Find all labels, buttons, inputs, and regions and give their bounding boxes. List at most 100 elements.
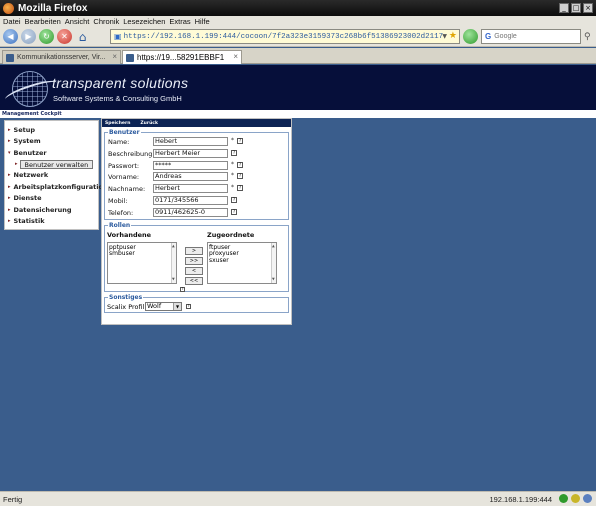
list-scrollbar[interactable] xyxy=(171,242,176,283)
sidebar-item-statistik[interactable]: ▸ Statistik xyxy=(5,216,98,228)
tab-bar: Kommunikationsserver, Vir... × https://1… xyxy=(0,48,596,64)
add-all-roles-button[interactable]: >> xyxy=(185,256,203,265)
help-icon[interactable]: ? xyxy=(237,173,243,180)
help-icon[interactable]: ? xyxy=(231,208,237,215)
section-title: Management Cockpit xyxy=(2,111,62,117)
sidebar-item-label: Datensicherung xyxy=(13,205,72,214)
search-go-icon[interactable]: ⚲ xyxy=(584,32,591,42)
navigation-toolbar: ◀ ▶ ↻ ✕ ⌂ ▣ https://192.168.1.199:444/co… xyxy=(0,27,596,47)
sidebar-item-system[interactable]: ▸ System xyxy=(5,136,98,148)
minimize-button[interactable]: _ xyxy=(559,3,569,13)
page-viewport: transparent solutions Software Systems &… xyxy=(0,65,596,491)
extension-icon[interactable] xyxy=(583,494,592,503)
url-dropdown-icon[interactable]: ▼ xyxy=(442,33,447,40)
menu-ansicht[interactable]: Ansicht xyxy=(65,17,90,26)
help-icon[interactable]: ? xyxy=(231,149,237,156)
lastname-field[interactable]: Herbert xyxy=(153,184,228,194)
help-icon[interactable]: ? xyxy=(186,303,191,309)
action-bar: Speichern Zurück xyxy=(102,119,291,127)
secure-connection-icon[interactable] xyxy=(559,494,568,503)
sidebar: ▸ Setup ▸ System ▾ Benutzer ▸ Benutzer verwa… xyxy=(4,120,108,230)
company-subtitle: Software Systems & Consulting GmbH xyxy=(53,94,182,103)
tab-close-icon[interactable]: × xyxy=(233,52,238,61)
bullet-icon: ▾ xyxy=(8,149,11,156)
maximize-button[interactable]: □ xyxy=(571,3,581,13)
bullet-icon: ▸ xyxy=(8,172,11,179)
help-icon[interactable]: ? xyxy=(231,196,237,203)
password-field[interactable]: ***** xyxy=(153,160,228,170)
menu-chronik[interactable]: Chronik xyxy=(93,17,119,26)
tab-close-icon[interactable]: × xyxy=(112,52,117,61)
go-icon[interactable] xyxy=(463,29,478,44)
mobile-field[interactable]: 0171/345566 xyxy=(153,195,228,205)
user-form-panel: Speichern Zurück Benutzer Name: Hebert *… xyxy=(101,118,292,325)
firefox-icon xyxy=(3,2,14,14)
section-bar: Management Cockpit xyxy=(0,110,596,118)
sidebar-item-arbeitsplatzkonfiguration[interactable]: ▸ Arbeitsplatzkonfiguration xyxy=(5,181,108,193)
sidebar-item-setup[interactable]: ▸ Setup xyxy=(5,124,98,136)
reload-icon[interactable]: ↻ xyxy=(39,29,54,44)
list-item[interactable]: sxuser xyxy=(209,257,275,265)
sidebar-item-benutzer[interactable]: ▾ Benutzer xyxy=(5,147,98,159)
stop-icon[interactable]: ✕ xyxy=(57,29,72,44)
sidebar-item-datensicherung[interactable]: ▸ Datensicherung xyxy=(5,204,98,216)
scalix-profile-value: Wolf xyxy=(147,301,162,310)
remove-all-roles-button[interactable]: << xyxy=(185,276,203,285)
menu-hilfe[interactable]: Hilfe xyxy=(195,17,210,26)
help-icon[interactable]: ? xyxy=(237,185,243,192)
menu-datei[interactable]: Datei xyxy=(3,17,21,26)
search-input[interactable] xyxy=(494,33,565,40)
remove-role-button[interactable]: < xyxy=(185,266,203,275)
add-role-button[interactable]: > xyxy=(185,246,203,255)
window-controls: _ □ × xyxy=(559,3,593,13)
phone-field[interactable]: 0911/462625-0 xyxy=(153,207,228,217)
search-bar[interactable]: G xyxy=(481,29,581,44)
close-button[interactable]: × xyxy=(583,3,593,13)
list-scrollbar[interactable] xyxy=(271,242,276,283)
sidebar-item-netzwerk[interactable]: ▸ Netzwerk xyxy=(5,170,98,182)
lock-icon[interactable] xyxy=(571,494,580,503)
assigned-roles-header: Zugeordnete xyxy=(207,230,255,239)
tab-kommunikationsserver[interactable]: Kommunikationsserver, Vir... × xyxy=(2,50,121,64)
bullet-icon: ▸ xyxy=(8,206,11,213)
help-icon[interactable]: ? xyxy=(237,161,243,168)
field-row-nachname: Nachname: Herbert * ? xyxy=(105,183,288,195)
rollen-content: Vorhandene Zugeordnete pptpuser smbuser … xyxy=(105,229,288,292)
home-icon[interactable]: ⌂ xyxy=(75,29,90,44)
help-icon[interactable]: ? xyxy=(237,138,243,144)
sidebar-item-label: Statistik xyxy=(13,217,45,226)
url-text[interactable]: https://192.168.1.199:444/cocoon/7f2a323… xyxy=(124,33,444,41)
forward-icon[interactable]: ▶ xyxy=(21,29,36,44)
menu-lesezeichen[interactable]: Lesezeichen xyxy=(123,17,165,26)
benutzer-legend: Benutzer xyxy=(109,129,140,136)
bullet-icon: ▸ xyxy=(8,138,11,145)
back-icon[interactable]: ◀ xyxy=(3,29,18,44)
tab-favicon-icon xyxy=(6,53,14,62)
sidebar-subitem-benutzer-verwalten[interactable]: ▸ Benutzer verwalten xyxy=(5,159,98,170)
back-link[interactable]: Zurück xyxy=(140,121,158,126)
description-field[interactable]: Herbert Meier xyxy=(153,148,228,158)
help-icon[interactable]: ? xyxy=(180,286,185,292)
google-icon[interactable]: G xyxy=(485,32,491,41)
menu-extras[interactable]: Extras xyxy=(169,17,190,26)
save-link[interactable]: Speichern xyxy=(105,121,130,126)
site-identity-icon[interactable]: ▣ xyxy=(114,32,122,41)
url-bar[interactable]: ▣ https://192.168.1.199:444/cocoon/7f2a3… xyxy=(110,29,460,44)
firstname-field[interactable]: Andreas xyxy=(153,172,228,182)
assigned-roles-list[interactable]: ftpuser proxyuser sxuser xyxy=(207,241,277,284)
sidebar-subitem-label[interactable]: Benutzer verwalten xyxy=(19,159,94,169)
company-banner: transparent solutions Software Systems &… xyxy=(0,65,596,110)
bullet-icon: ▸ xyxy=(8,126,11,133)
sidebar-item-dienste[interactable]: ▸ Dienste xyxy=(5,193,98,205)
bookmark-star-icon[interactable]: ★ xyxy=(449,31,457,41)
tab-active[interactable]: https://19...58291EBBF1 × xyxy=(122,50,242,64)
field-label: Telefon: xyxy=(108,208,134,217)
field-row-name: Name: Hebert * ? xyxy=(105,136,288,148)
name-field[interactable]: Hebert xyxy=(153,137,228,146)
available-roles-list[interactable]: pptpuser smbuser xyxy=(107,241,177,284)
chevron-down-icon[interactable]: ▼ xyxy=(173,302,181,310)
sonstiges-fieldset: Sonstiges Scalix Profil Wolf ▼ ? xyxy=(104,293,289,313)
scalix-profile-select[interactable]: Wolf ▼ xyxy=(145,301,182,311)
menu-bearbeiten[interactable]: Bearbeiten xyxy=(25,17,61,26)
list-item[interactable]: smbuser xyxy=(109,251,175,258)
